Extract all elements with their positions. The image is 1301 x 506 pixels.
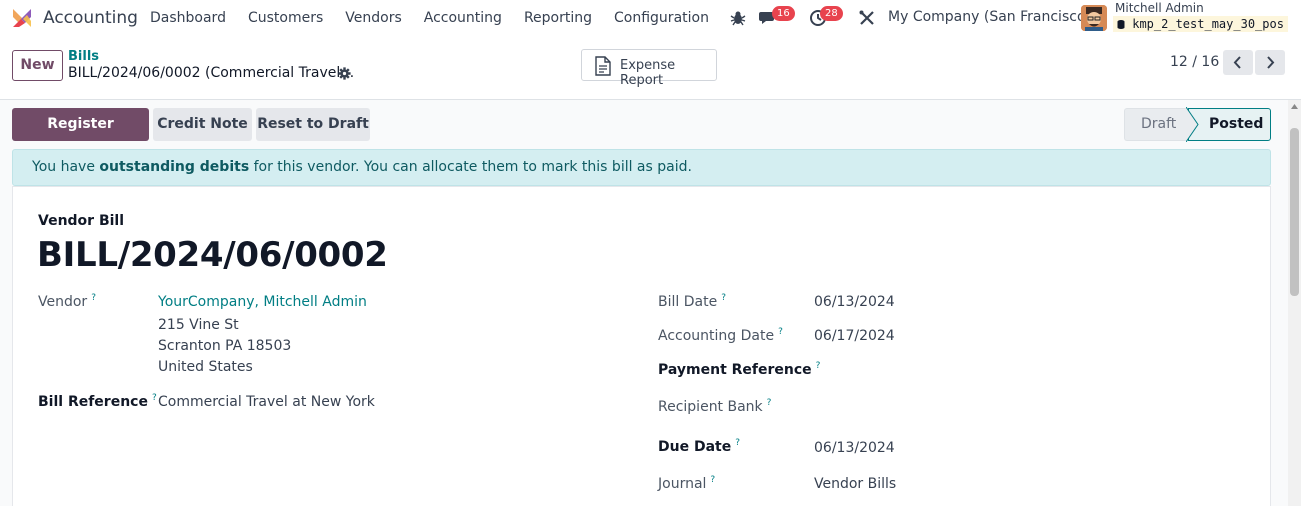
reset-to-draft-button[interactable]: Reset to Draft xyxy=(256,108,370,141)
accounting-date-field[interactable]: 06/17/2024 xyxy=(814,328,895,344)
accounting-date-help-icon[interactable]: ? xyxy=(778,327,783,337)
vendor-city: Scranton PA 18503 xyxy=(158,338,292,354)
alert-prefix: You have xyxy=(32,159,100,175)
user-avatar[interactable] xyxy=(1081,5,1107,31)
accounting-date-label: Accounting Date? xyxy=(658,327,783,344)
user-name[interactable]: Mitchell Admin xyxy=(1115,1,1204,15)
debug-bug-icon[interactable] xyxy=(730,10,746,26)
page-scrollbar[interactable] xyxy=(1288,100,1301,506)
menu-reporting[interactable]: Reporting xyxy=(513,0,603,36)
outstanding-debits-alert: You have outstanding debits for this ven… xyxy=(12,149,1271,186)
user-avatar-icon xyxy=(1081,5,1107,31)
pager-next-button[interactable] xyxy=(1255,50,1285,75)
activities-badge: 28 xyxy=(820,6,843,21)
messages-badge: 16 xyxy=(772,6,795,21)
form-sheet: Vendor Bill BILL/2024/06/0002 Vendor? Yo… xyxy=(12,186,1271,506)
main-menu: Dashboard Customers Vendors Accounting R… xyxy=(139,0,720,36)
status-posted[interactable]: Posted xyxy=(1188,108,1271,141)
database-name-text: kmp_2_test_may_30_pos xyxy=(1132,17,1284,31)
scroll-up-arrow-icon[interactable] xyxy=(1291,104,1298,109)
pager-previous-button[interactable] xyxy=(1223,50,1253,75)
document-icon xyxy=(595,56,611,76)
alert-suffix: for this vendor. You can allocate them t… xyxy=(249,159,692,175)
top-navbar: Accounting Dashboard Customers Vendors A… xyxy=(0,0,1301,36)
vendor-street: 215 Vine St xyxy=(158,317,239,333)
menu-vendors[interactable]: Vendors xyxy=(334,0,412,36)
breadcrumb-current-record: BILL/2024/06/0002 (Commercial Travel… xyxy=(68,65,355,81)
vendor-help-icon[interactable]: ? xyxy=(91,293,96,303)
bill-date-field[interactable]: 06/13/2024 xyxy=(814,294,895,310)
menu-dashboard[interactable]: Dashboard xyxy=(139,0,237,36)
payment-reference-label: Payment Reference? xyxy=(658,361,821,378)
menu-accounting[interactable]: Accounting xyxy=(413,0,513,36)
chevron-left-icon xyxy=(1233,56,1241,69)
expense-report-button[interactable]: Expense Report xyxy=(581,49,717,88)
vendor-country: United States xyxy=(158,359,253,375)
control-panel: New Bills BILL/2024/06/0002 (Commercial … xyxy=(0,36,1301,100)
credit-note-button[interactable]: Credit Note xyxy=(153,108,252,141)
database-icon xyxy=(1117,20,1125,29)
database-name: kmp_2_test_may_30_pos xyxy=(1113,16,1288,32)
tools-icon[interactable] xyxy=(858,9,876,27)
payment-reference-help-icon[interactable]: ? xyxy=(816,361,821,371)
bill-reference-label: Bill Reference? xyxy=(38,393,157,410)
recipient-bank-help-icon[interactable]: ? xyxy=(767,398,772,408)
alert-bold-text: outstanding debits xyxy=(99,159,250,175)
journal-field[interactable]: Vendor Bills xyxy=(814,476,896,492)
document-type: Vendor Bill xyxy=(38,213,125,229)
breadcrumb-bills[interactable]: Bills xyxy=(68,49,99,64)
register-payment-button[interactable]: Register Payment xyxy=(12,108,149,165)
accounting-app-icon[interactable] xyxy=(11,7,33,29)
scrollbar-thumb[interactable] xyxy=(1290,128,1299,296)
new-button[interactable]: New xyxy=(12,50,63,81)
bill-reference-help-icon[interactable]: ? xyxy=(152,393,157,403)
journal-label: Journal? xyxy=(658,475,716,492)
due-date-label: Due Date? xyxy=(658,438,740,455)
company-switcher[interactable]: My Company (San Francisco) xyxy=(888,9,1091,25)
recipient-bank-label: Recipient Bank? xyxy=(658,398,772,415)
vendor-label: Vendor? xyxy=(38,293,96,310)
status-bar: Draft Posted xyxy=(1124,107,1271,142)
menu-customers[interactable]: Customers xyxy=(237,0,334,36)
bill-reference-field[interactable]: Commercial Travel at New York xyxy=(158,394,375,410)
expense-report-label: Expense Report xyxy=(620,58,676,88)
journal-help-icon[interactable]: ? xyxy=(710,475,715,485)
app-name[interactable]: Accounting xyxy=(43,8,138,28)
menu-configuration[interactable]: Configuration xyxy=(603,0,720,36)
gear-icon[interactable] xyxy=(338,67,351,80)
chevron-right-icon xyxy=(1267,56,1275,69)
vendor-name-link[interactable]: YourCompany, Mitchell Admin xyxy=(158,294,367,310)
due-date-field[interactable]: 06/13/2024 xyxy=(814,440,895,456)
due-date-help-icon[interactable]: ? xyxy=(735,438,740,448)
status-arrow-icon xyxy=(1186,107,1199,142)
bill-date-help-icon[interactable]: ? xyxy=(721,293,726,303)
pager-value[interactable]: 12 / 16 xyxy=(1170,54,1219,70)
document-name[interactable]: BILL/2024/06/0002 xyxy=(37,235,388,275)
bill-date-label: Bill Date? xyxy=(658,293,726,310)
